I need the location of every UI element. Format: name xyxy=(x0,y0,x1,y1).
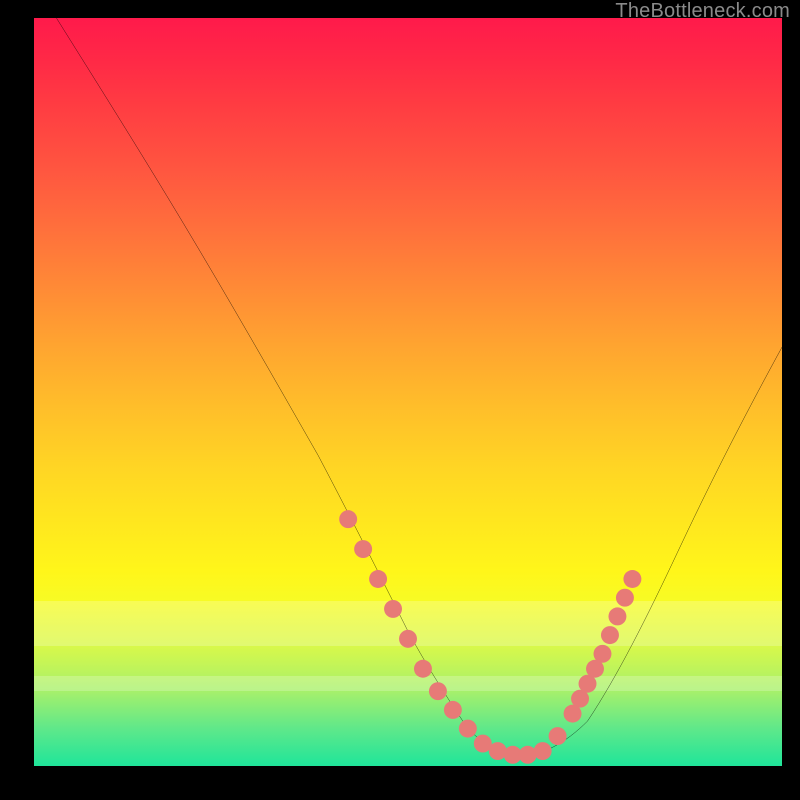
curve-line xyxy=(56,18,782,757)
marker-group xyxy=(339,510,641,764)
chart-svg xyxy=(34,18,782,766)
plot-area xyxy=(34,18,782,766)
chart-frame: TheBottleneck.com xyxy=(0,0,800,800)
